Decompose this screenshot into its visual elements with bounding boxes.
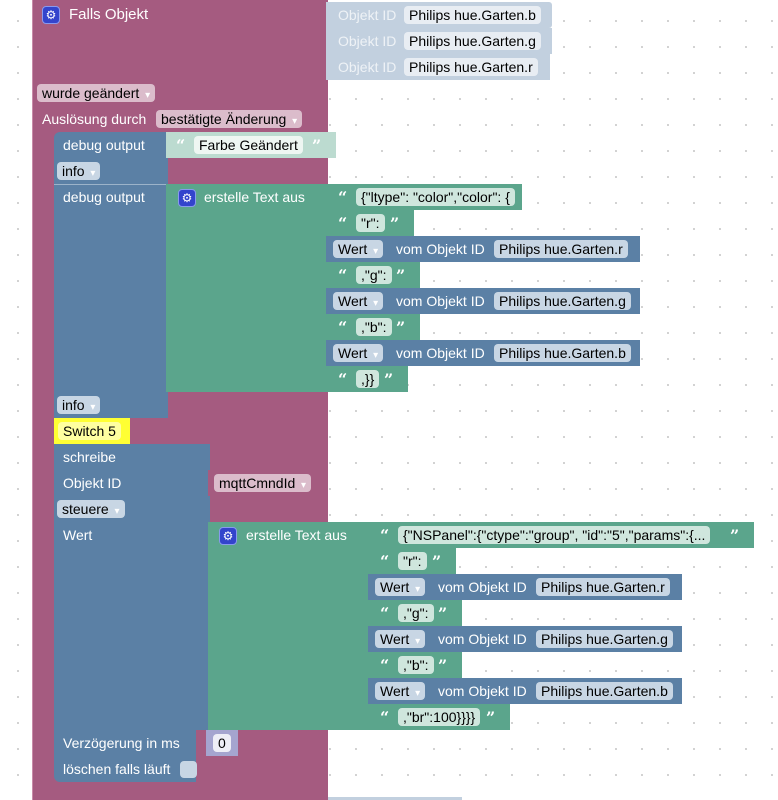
state-mode-dropdown[interactable]: Wert — [375, 682, 426, 700]
quote-close-icon: ” — [432, 552, 442, 571]
debug-output-label: debug output — [63, 137, 145, 153]
text-field[interactable]: ,"b": — [356, 318, 392, 336]
state-label: vom Objekt ID — [438, 631, 527, 647]
state-mode-dropdown[interactable]: Wert — [333, 240, 384, 258]
quote-close-icon: ” — [486, 708, 496, 727]
text-field[interactable]: {"NSPanel":{"ctype":"group", "id":"5","p… — [398, 526, 711, 544]
trigger-title: Falls Objekt — [69, 6, 149, 23]
write-mode-dropdown[interactable]: steuere — [57, 500, 125, 518]
quote-close-icon: ” — [312, 136, 322, 155]
log-level-dropdown[interactable]: info — [57, 396, 101, 414]
state-label: vom Objekt ID — [438, 579, 527, 595]
debug-output-label: debug output — [63, 189, 145, 205]
state-label: vom Objekt ID — [396, 241, 485, 257]
quote-open-icon: “ — [338, 370, 348, 389]
state-object-id[interactable]: Philips hue.Garten.g — [536, 630, 673, 648]
ack-label: Auslösung durch — [42, 111, 147, 127]
quote-close-icon: ” — [438, 604, 448, 623]
text-field[interactable]: ,}} — [356, 370, 380, 388]
quote-open-icon: “ — [380, 604, 390, 623]
quote-open-icon: “ — [380, 552, 390, 571]
comment-text[interactable]: Switch 5 — [58, 422, 121, 440]
quote-open-icon: “ — [380, 526, 390, 545]
create-text-label: erstelle Text aus — [246, 527, 347, 543]
object-id-field[interactable]: Philips hue.Garten.b — [404, 6, 541, 24]
object-id-label: Objekt ID — [338, 7, 397, 23]
text-field[interactable]: ,"b": — [398, 656, 434, 674]
gear-icon[interactable]: ⚙ — [42, 6, 60, 24]
quote-close-icon: ” — [526, 188, 536, 207]
text-field[interactable]: {"ltype": "color","color": { — [356, 188, 515, 206]
value-label: Wert — [63, 527, 93, 543]
block-divider — [54, 184, 168, 185]
object-id-label: Objekt ID — [338, 33, 397, 49]
clear-label: löschen falls läuft — [63, 761, 171, 777]
variable-dropdown[interactable]: mqttCmndId — [214, 474, 312, 492]
state-object-id[interactable]: Philips hue.Garten.r — [536, 578, 670, 596]
text-field[interactable]: Farbe Geändert — [194, 136, 303, 154]
debug-output-block[interactable] — [54, 184, 168, 418]
state-mode-dropdown[interactable]: Wert — [375, 630, 426, 648]
object-id-field[interactable]: Philips hue.Garten.g — [404, 32, 541, 50]
state-object-id[interactable]: Philips hue.Garten.b — [536, 682, 673, 700]
object-id-field[interactable]: Philips hue.Garten.r — [404, 58, 538, 76]
create-text-block[interactable] — [208, 522, 370, 730]
state-object-id[interactable]: Philips hue.Garten.r — [494, 240, 628, 258]
clear-checkbox[interactable] — [180, 761, 197, 778]
quote-close-icon: ” — [396, 318, 406, 337]
text-field[interactable]: "r": — [356, 214, 385, 232]
write-title: schreibe — [63, 449, 116, 465]
state-mode-dropdown[interactable]: Wert — [333, 292, 384, 310]
quote-open-icon: “ — [380, 708, 390, 727]
text-field[interactable]: ,"g": — [398, 604, 434, 622]
quote-close-icon: ” — [384, 370, 394, 389]
quote-open-icon: “ — [338, 188, 348, 207]
log-level-dropdown[interactable]: info — [57, 162, 101, 180]
gear-icon[interactable]: ⚙ — [178, 189, 196, 207]
quote-open-icon: “ — [338, 214, 348, 233]
condition-dropdown[interactable]: wurde geändert — [37, 84, 156, 102]
state-label: vom Objekt ID — [396, 293, 485, 309]
state-mode-dropdown[interactable]: Wert — [375, 578, 426, 596]
quote-close-icon: ” — [396, 266, 406, 285]
object-id-label: Objekt ID — [63, 475, 122, 491]
quote-close-icon: ” — [730, 526, 740, 545]
quote-open-icon: “ — [380, 656, 390, 675]
text-field[interactable]: ,"g": — [356, 266, 392, 284]
state-object-id[interactable]: Philips hue.Garten.g — [494, 292, 631, 310]
state-object-id[interactable]: Philips hue.Garten.b — [494, 344, 631, 362]
delay-label: Verzögerung in ms — [63, 735, 180, 751]
state-label: vom Objekt ID — [438, 683, 527, 699]
gear-icon[interactable]: ⚙ — [219, 527, 237, 545]
state-label: vom Objekt ID — [396, 345, 485, 361]
text-field[interactable]: "r": — [398, 552, 427, 570]
quote-open-icon: “ — [176, 136, 186, 155]
quote-close-icon: ” — [438, 656, 448, 675]
ack-dropdown[interactable]: bestätigte Änderung — [156, 110, 303, 128]
quote-open-icon: “ — [338, 266, 348, 285]
create-text-block[interactable] — [166, 184, 328, 392]
quote-close-icon: ” — [390, 214, 400, 233]
quote-open-icon: “ — [338, 318, 348, 337]
text-field[interactable]: ,"br":100}}}} — [398, 708, 481, 726]
create-text-label: erstelle Text aus — [204, 189, 305, 205]
object-id-label: Objekt ID — [338, 59, 397, 75]
trigger-edge — [32, 0, 33, 800]
delay-input[interactable]: 0 — [213, 734, 231, 752]
state-mode-dropdown[interactable]: Wert — [333, 344, 384, 362]
